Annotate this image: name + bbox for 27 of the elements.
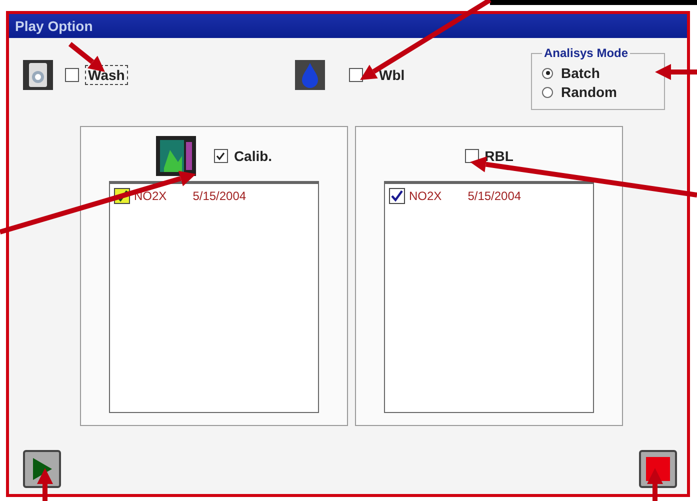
arrow [647, 468, 663, 501]
group-title: Analisys Mode [543, 46, 630, 60]
list-item[interactable]: NO2X [409, 189, 442, 203]
chart-icon [156, 136, 196, 176]
checkbox[interactable] [214, 149, 228, 163]
arrow [37, 468, 53, 501]
radio-button[interactable] [542, 68, 553, 78]
play-icon [31, 457, 53, 481]
water-drop-icon [295, 60, 325, 90]
date-text: 5/15/2004 [192, 189, 246, 203]
checkbox-label[interactable]: Calib. [234, 148, 272, 164]
arrow [655, 64, 697, 80]
radio-button[interactable] [542, 86, 553, 98]
checkbox[interactable] [389, 188, 405, 204]
checkbox-label[interactable]: RBL [484, 148, 514, 164]
window-title: Play Option [9, 14, 687, 38]
checkbox-label[interactable]: Wbl [377, 66, 407, 84]
checkbox[interactable] [349, 68, 363, 82]
date-text: 5/15/2004 [468, 189, 522, 203]
play-button[interactable] [23, 450, 61, 488]
list-item[interactable]: NO2X [134, 189, 167, 203]
washer-icon [23, 60, 53, 90]
stop-button[interactable] [639, 450, 677, 488]
radio-label[interactable]: Batch [561, 65, 600, 81]
checkbox[interactable] [464, 149, 479, 163]
checkbox[interactable] [65, 68, 79, 82]
radio-label[interactable]: Random [561, 84, 617, 100]
